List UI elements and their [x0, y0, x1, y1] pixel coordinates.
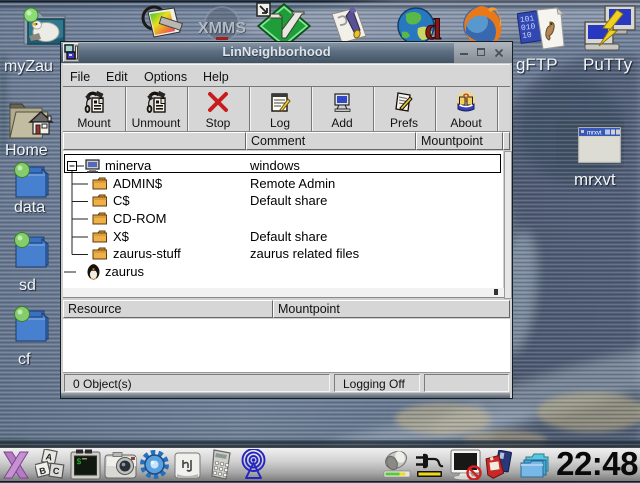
svg-text:?: ? — [462, 91, 469, 105]
svg-text:mrxvt: mrxvt — [587, 131, 602, 137]
svg-text:XMMS: XMMS — [198, 20, 246, 37]
svg-text:10: 10 — [522, 31, 533, 41]
svg-text:$: $ — [77, 458, 82, 467]
